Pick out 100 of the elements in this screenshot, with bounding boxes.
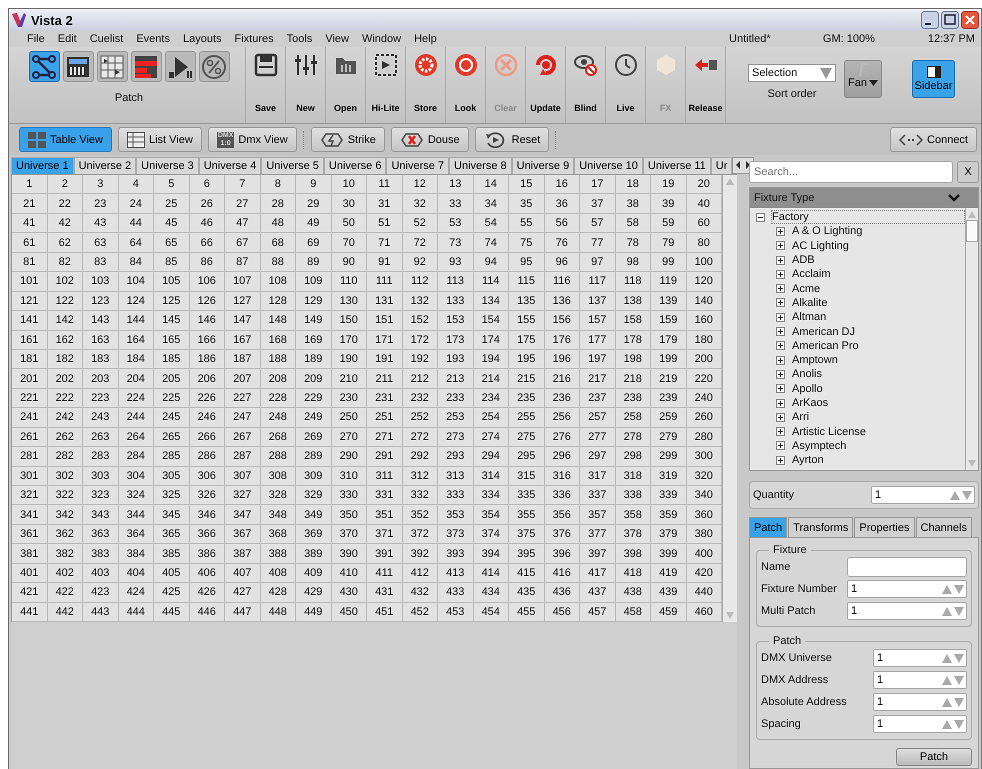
- channel-cell[interactable]: 257: [580, 408, 616, 428]
- expand-icon[interactable]: [776, 456, 785, 465]
- channel-cell[interactable]: 342: [48, 505, 83, 525]
- channel-cell[interactable]: 459: [651, 602, 686, 622]
- channel-cell[interactable]: 103: [83, 272, 118, 292]
- toolbar-button[interactable]: New: [286, 47, 326, 123]
- channel-cell[interactable]: 295: [509, 447, 544, 467]
- channel-cell[interactable]: 45: [154, 214, 190, 234]
- channel-cell[interactable]: 19: [651, 175, 686, 194]
- channel-cell[interactable]: 89: [296, 252, 332, 272]
- universe-tab[interactable]: Universe 6: [324, 157, 386, 174]
- channel-cell[interactable]: 422: [48, 583, 83, 603]
- channel-cell[interactable]: 119: [651, 272, 686, 292]
- minimize-icon[interactable]: [921, 11, 939, 29]
- channel-cell[interactable]: 364: [118, 524, 154, 544]
- channel-cell[interactable]: 158: [616, 311, 651, 330]
- channel-cell[interactable]: 230: [332, 388, 367, 408]
- channel-cell[interactable]: 153: [438, 311, 474, 330]
- channel-cell[interactable]: 366: [190, 524, 225, 544]
- channel-cell[interactable]: 293: [438, 447, 474, 467]
- channel-cell[interactable]: 20: [686, 175, 722, 194]
- menu-item[interactable]: File: [27, 33, 45, 45]
- channel-cell[interactable]: 117: [580, 272, 616, 292]
- channel-cell[interactable]: 242: [48, 408, 83, 428]
- universe-tab[interactable]: Universe 4: [198, 157, 262, 174]
- channel-cell[interactable]: 219: [651, 369, 686, 389]
- channel-cell[interactable]: 412: [402, 564, 438, 584]
- tree-item[interactable]: Acclaim: [791, 267, 832, 282]
- channel-cell[interactable]: 327: [225, 486, 260, 506]
- channel-cell[interactable]: 265: [154, 428, 190, 448]
- channel-cell[interactable]: 325: [154, 486, 190, 506]
- channel-cell[interactable]: 391: [367, 544, 402, 564]
- channel-cell[interactable]: 435: [509, 583, 544, 603]
- channel-cell[interactable]: 28: [260, 194, 296, 214]
- channel-cell[interactable]: 196: [544, 350, 580, 370]
- channel-cell[interactable]: 130: [332, 292, 367, 312]
- menu-item[interactable]: Fixtures: [234, 33, 274, 45]
- collapse-icon[interactable]: [756, 212, 765, 222]
- channel-cell[interactable]: 340: [686, 486, 722, 506]
- channel-cell[interactable]: 432: [402, 583, 438, 603]
- channel-cell[interactable]: 179: [651, 330, 686, 350]
- channel-cell[interactable]: 310: [332, 466, 367, 486]
- channel-cell[interactable]: 166: [190, 330, 225, 350]
- channel-cell[interactable]: 264: [118, 428, 154, 448]
- channel-cell[interactable]: 86: [190, 252, 225, 272]
- channel-cell[interactable]: 195: [509, 350, 544, 370]
- channel-cell[interactable]: 68: [260, 233, 296, 253]
- tree-item[interactable]: Ayrton: [791, 453, 825, 468]
- toolbar-button[interactable]: Release: [686, 47, 726, 123]
- channel-cell[interactable]: 162: [48, 330, 83, 350]
- channel-cell[interactable]: 319: [651, 466, 686, 486]
- channel-cell[interactable]: 374: [474, 524, 509, 544]
- channel-cell[interactable]: 304: [118, 466, 154, 486]
- channel-cell[interactable]: 335: [509, 486, 544, 506]
- channel-cell[interactable]: 384: [118, 544, 154, 564]
- channel-cell[interactable]: 49: [296, 214, 332, 234]
- channel-cell[interactable]: 282: [48, 447, 83, 467]
- tab[interactable]: Patch: [749, 517, 788, 537]
- channel-cell[interactable]: 444: [118, 602, 154, 622]
- channel-cell[interactable]: 275: [509, 428, 544, 448]
- channel-cell[interactable]: 101: [12, 272, 48, 292]
- channel-cell[interactable]: 172: [402, 330, 438, 350]
- channel-cell[interactable]: 59: [651, 214, 686, 234]
- channel-cell[interactable]: 341: [12, 505, 48, 525]
- channel-cell[interactable]: 135: [509, 292, 544, 312]
- channel-cell[interactable]: 32: [402, 194, 438, 214]
- channel-cell[interactable]: 266: [190, 428, 225, 448]
- channel-cell[interactable]: 413: [438, 564, 474, 584]
- expand-icon[interactable]: [776, 241, 785, 250]
- channel-cell[interactable]: 210: [332, 369, 367, 389]
- expand-icon[interactable]: [776, 327, 785, 336]
- tree-item[interactable]: Altman: [791, 310, 828, 324]
- patch-tool-button[interactable]: [198, 51, 230, 82]
- channel-cell[interactable]: 313: [438, 466, 474, 486]
- channel-cell[interactable]: 311: [367, 466, 402, 486]
- channel-cell[interactable]: 246: [190, 408, 225, 428]
- channel-cell[interactable]: 178: [616, 330, 651, 350]
- channel-cell[interactable]: 133: [438, 292, 474, 312]
- channel-cell[interactable]: 72: [402, 233, 438, 253]
- channel-cell[interactable]: 292: [402, 447, 438, 467]
- expand-icon[interactable]: [776, 341, 785, 350]
- channel-cell[interactable]: 221: [12, 388, 48, 408]
- channel-cell[interactable]: 150: [332, 311, 367, 330]
- channel-cell[interactable]: 344: [118, 505, 154, 525]
- channel-cell[interactable]: 411: [367, 564, 402, 584]
- channel-cell[interactable]: 206: [190, 369, 225, 389]
- channel-cell[interactable]: 363: [83, 524, 118, 544]
- channel-cell[interactable]: 176: [544, 330, 580, 350]
- channel-cell[interactable]: 414: [474, 564, 509, 584]
- channel-cell[interactable]: 229: [296, 388, 332, 408]
- channel-cell[interactable]: 322: [48, 486, 83, 506]
- channel-cell[interactable]: 183: [83, 350, 118, 370]
- channel-cell[interactable]: 446: [190, 602, 225, 622]
- channel-cell[interactable]: 81: [12, 252, 48, 272]
- channel-cell[interactable]: 96: [544, 252, 580, 272]
- channel-cell[interactable]: 458: [616, 602, 651, 622]
- channel-cell[interactable]: 236: [544, 388, 580, 408]
- channel-cell[interactable]: 409: [296, 564, 332, 584]
- channel-cell[interactable]: 116: [544, 272, 580, 292]
- channel-cell[interactable]: 403: [83, 564, 118, 584]
